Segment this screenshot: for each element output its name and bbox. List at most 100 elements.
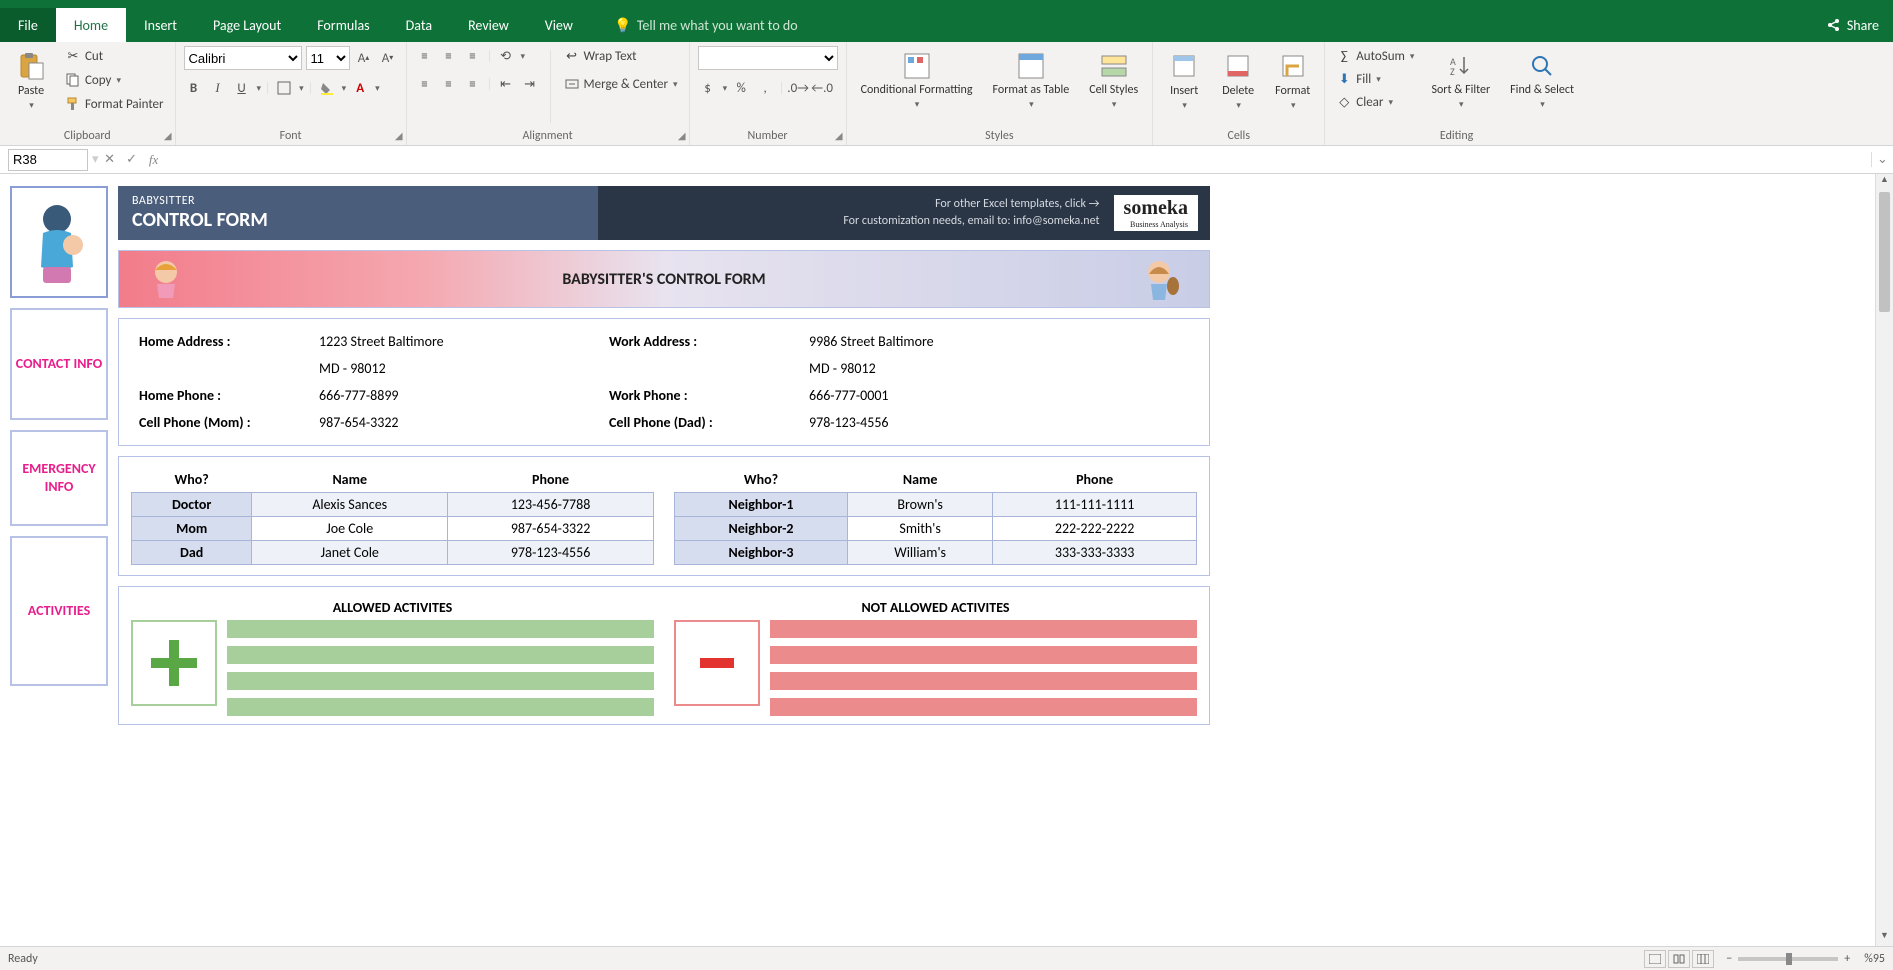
table-row[interactable]: MomJoe Cole987-654-3322	[132, 517, 654, 541]
zoom-slider[interactable]	[1738, 957, 1838, 961]
copy-button[interactable]: Copy▾	[62, 70, 167, 90]
format-painter-button[interactable]: Format Painter	[62, 94, 167, 114]
worksheet-area[interactable]: CONTACT INFO EMERGENCY INFO ACTIVITIES B…	[0, 174, 1875, 946]
comma-button[interactable]: ,	[755, 78, 775, 98]
page-layout-button[interactable]	[1668, 950, 1690, 968]
work-phone-value[interactable]: 666-777-0001	[809, 387, 1189, 404]
list-item[interactable]	[227, 646, 654, 664]
scroll-down-button[interactable]: ▼	[1876, 930, 1893, 946]
decrease-font-button[interactable]: A▾	[378, 48, 398, 68]
table-row[interactable]: DoctorAlexis Sances123-456-7788	[132, 493, 654, 517]
align-top-button[interactable]: ≡	[415, 46, 435, 66]
table-row[interactable]: Neighbor-1Brown's111-111-1111	[675, 493, 1197, 517]
formula-input[interactable]	[165, 149, 1871, 171]
scroll-up-button[interactable]: ▲	[1876, 174, 1893, 190]
allowed-list[interactable]	[227, 620, 654, 716]
align-middle-button[interactable]: ≡	[439, 46, 459, 66]
orientation-button[interactable]: ⟲	[496, 46, 516, 66]
cell-mom-value[interactable]: 987-654-3322	[319, 414, 609, 431]
list-item[interactable]	[770, 698, 1197, 716]
increase-indent-button[interactable]: ⇥	[520, 74, 540, 94]
header-small: BABYSITTER	[132, 194, 584, 208]
home-phone-value[interactable]: 666-777-8899	[319, 387, 609, 404]
notallowed-list[interactable]	[770, 620, 1197, 716]
list-item[interactable]	[770, 646, 1197, 664]
decrease-indent-button[interactable]: ⇤	[496, 74, 516, 94]
tab-insert[interactable]: Insert	[126, 8, 195, 42]
cancel-formula-button[interactable]: ✕	[99, 152, 121, 167]
font-launcher[interactable]: ◢	[395, 129, 403, 142]
font-size-select[interactable]: 11	[306, 46, 350, 70]
paste-button[interactable]: Paste▾	[8, 46, 54, 115]
work-address-value[interactable]: 9986 Street Baltimore	[809, 333, 1189, 350]
increase-decimal-button[interactable]: .0→	[788, 78, 808, 98]
bold-button[interactable]: B	[184, 78, 204, 98]
list-item[interactable]	[227, 672, 654, 690]
expand-formula-button[interactable]: ⌄	[1871, 152, 1893, 167]
fill-button[interactable]: ⬇Fill▾	[1333, 69, 1417, 89]
percent-button[interactable]: %	[731, 78, 751, 98]
align-bottom-button[interactable]: ≡	[463, 46, 483, 66]
list-item[interactable]	[227, 620, 654, 638]
zoom-out-button[interactable]: −	[1726, 952, 1732, 966]
format-as-table-button[interactable]: Format as Table▾	[987, 46, 1076, 114]
templates-link-text[interactable]: For other Excel templates, click →	[843, 196, 1099, 213]
table-row[interactable]: Neighbor-2Smith's222-222-2222	[675, 517, 1197, 541]
list-item[interactable]	[227, 698, 654, 716]
increase-font-button[interactable]: A▴	[354, 48, 374, 68]
fx-button[interactable]: fx	[143, 152, 165, 168]
home-address-line2[interactable]: MD - 98012	[319, 360, 609, 377]
find-select-button[interactable]: Find & Select▾	[1504, 46, 1580, 114]
list-item[interactable]	[770, 672, 1197, 690]
normal-view-button[interactable]	[1644, 950, 1666, 968]
decrease-decimal-button[interactable]: ←.0	[812, 78, 832, 98]
tab-page-layout[interactable]: Page Layout	[195, 8, 299, 42]
merge-center-button[interactable]: Merge & Center▾	[561, 74, 681, 94]
sort-filter-button[interactable]: AZSort & Filter▾	[1425, 46, 1496, 114]
clear-button[interactable]: ◇Clear▾	[1333, 92, 1417, 112]
name-box[interactable]	[8, 149, 88, 171]
number-format-select[interactable]	[698, 46, 838, 70]
wrap-text-button[interactable]: ↩Wrap Text	[561, 46, 681, 66]
vertical-scrollbar[interactable]: ▲ ▼	[1875, 174, 1893, 946]
list-item[interactable]	[770, 620, 1197, 638]
conditional-formatting-button[interactable]: Conditional Formatting▾	[855, 46, 979, 114]
accounting-button[interactable]: $	[698, 78, 718, 98]
cut-button[interactable]: ✂Cut	[62, 46, 167, 66]
align-center-button[interactable]: ≡	[439, 74, 459, 94]
tab-data[interactable]: Data	[388, 8, 450, 42]
table-row[interactable]: Neighbor-3William's333-333-3333	[675, 541, 1197, 565]
scroll-thumb[interactable]	[1879, 192, 1890, 312]
number-launcher[interactable]: ◢	[835, 129, 843, 142]
clipboard-launcher[interactable]: ◢	[164, 129, 172, 142]
delete-cells-button[interactable]: Delete▾	[1215, 46, 1261, 115]
share-button[interactable]: Share	[1825, 17, 1879, 34]
home-address-value[interactable]: 1223 Street Baltimore	[319, 333, 609, 350]
page-break-button[interactable]	[1692, 950, 1714, 968]
table-row[interactable]: DadJanet Cole978-123-4556	[132, 541, 654, 565]
font-color-button[interactable]: A	[350, 78, 370, 98]
underline-button[interactable]: U	[232, 78, 252, 98]
align-right-button[interactable]: ≡	[463, 74, 483, 94]
work-address-line2[interactable]: MD - 98012	[809, 360, 1189, 377]
italic-button[interactable]: I	[208, 78, 228, 98]
fill-color-button[interactable]	[317, 78, 337, 98]
tab-review[interactable]: Review	[450, 8, 527, 42]
autosum-button[interactable]: ∑AutoSum▾	[1333, 46, 1417, 66]
tab-file[interactable]: File	[0, 8, 56, 42]
enter-formula-button[interactable]: ✓	[121, 152, 143, 167]
zoom-in-button[interactable]: +	[1844, 952, 1850, 966]
tab-home[interactable]: Home	[56, 8, 126, 42]
cell-dad-value[interactable]: 978-123-4556	[809, 414, 1189, 431]
alignment-launcher[interactable]: ◢	[678, 129, 686, 142]
format-cells-button[interactable]: Format▾	[1269, 46, 1316, 115]
align-left-button[interactable]: ≡	[415, 74, 435, 94]
tab-formulas[interactable]: Formulas	[299, 8, 387, 42]
zoom-level[interactable]: %95	[1864, 952, 1885, 966]
tell-me[interactable]: 💡 Tell me what you want to do	[597, 8, 816, 42]
cell-styles-button[interactable]: Cell Styles▾	[1083, 46, 1144, 114]
tab-view[interactable]: View	[527, 8, 591, 42]
font-name-select[interactable]: Calibri	[184, 46, 302, 70]
borders-button[interactable]	[274, 78, 294, 98]
insert-cells-button[interactable]: Insert▾	[1161, 46, 1207, 115]
